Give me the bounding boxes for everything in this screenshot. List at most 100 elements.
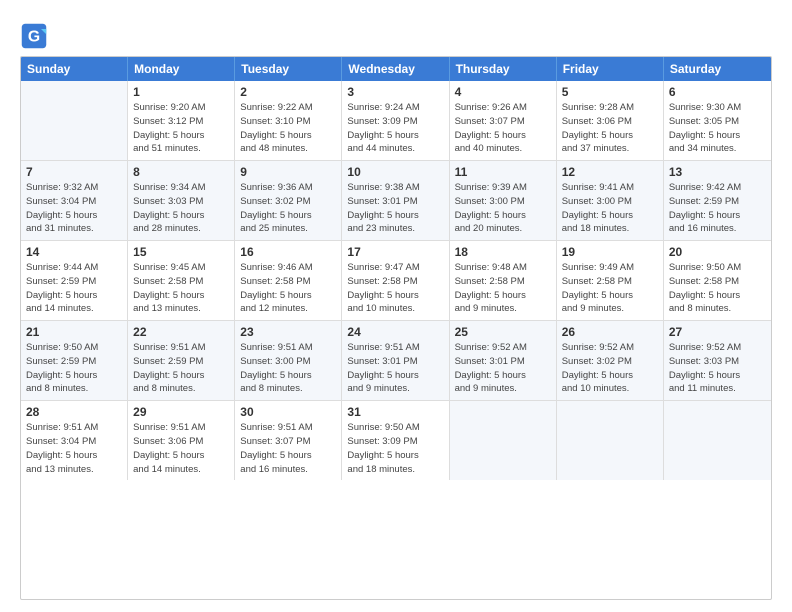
day-13: 13 Sunrise: 9:42 AM Sunset: 2:59 PM Dayli… (664, 161, 771, 240)
day-19: 19Sunrise: 9:49 AM Sunset: 2:58 PM Dayli… (557, 241, 664, 320)
weekday-header: Saturday (664, 57, 771, 81)
day-3: 3 Sunrise: 9:24 AM Sunset: 3:09 PM Daylig… (342, 81, 449, 160)
day-number: 9 (240, 165, 336, 179)
calendar: SundayMondayTuesdayWednesdayThursdayFrid… (20, 56, 772, 600)
day-number: 18 (455, 245, 551, 259)
day-24: 24Sunrise: 9:51 AM Sunset: 3:01 PM Dayli… (342, 321, 449, 400)
weekday-header: Friday (557, 57, 664, 81)
day-info: Sunrise: 9:51 AM Sunset: 3:01 PM Dayligh… (347, 341, 443, 396)
day-17: 17 Sunrise: 9:47 AM Sunset: 2:58 PM Dayli… (342, 241, 449, 320)
day-info: Sunrise: 9:50 AM Sunset: 3:09 PM Dayligh… (347, 421, 443, 476)
day-number: 13 (669, 165, 766, 179)
day-15: 15 Sunrise: 9:45 AM Sunset: 2:58 PM Dayli… (128, 241, 235, 320)
day-23: 23 Sunrise: 9:51 AM Sunset: 3:00 PM Dayli… (235, 321, 342, 400)
day-22: 22Sunrise: 9:51 AM Sunset: 2:59 PM Dayli… (128, 321, 235, 400)
day-info: Sunrise: 9:24 AM Sunset: 3:09 PM Dayligh… (347, 101, 443, 156)
day-25: 25Sunrise: 9:52 AM Sunset: 3:01 PM Dayli… (450, 321, 557, 400)
day-number: 14 (26, 245, 122, 259)
day-4: 4 Sunrise: 9:26 AM Sunset: 3:07 PM Daylig… (450, 81, 557, 160)
day-number: 7 (26, 165, 122, 179)
day-number: 16 (240, 245, 336, 259)
day-number: 23 (240, 325, 336, 339)
day-number: 10 (347, 165, 443, 179)
weekday-header: Sunday (21, 57, 128, 81)
day-11: 11Sunrise: 9:39 AM Sunset: 3:00 PM Dayli… (450, 161, 557, 240)
day-20: 20 Sunrise: 9:50 AM Sunset: 2:58 PM Dayli… (664, 241, 771, 320)
day-number: 4 (455, 85, 551, 99)
day-number: 22 (133, 325, 229, 339)
day-info: Sunrise: 9:41 AM Sunset: 3:00 PM Dayligh… (562, 181, 658, 236)
day-info: Sunrise: 9:28 AM Sunset: 3:06 PM Dayligh… (562, 101, 658, 156)
day-28: 28 Sunrise: 9:51 AM Sunset: 3:04 PM Dayli… (21, 401, 128, 480)
day-27: 27 Sunrise: 9:52 AM Sunset: 3:03 PM Dayli… (664, 321, 771, 400)
weekday-header: Wednesday (342, 57, 449, 81)
day-info: Sunrise: 9:20 AM Sunset: 3:12 PM Dayligh… (133, 101, 229, 156)
day-info: Sunrise: 9:47 AM Sunset: 2:58 PM Dayligh… (347, 261, 443, 316)
day-info: Sunrise: 9:52 AM Sunset: 3:02 PM Dayligh… (562, 341, 658, 396)
day-number: 15 (133, 245, 229, 259)
day-info: Sunrise: 9:52 AM Sunset: 3:03 PM Dayligh… (669, 341, 766, 396)
day-number: 11 (455, 165, 551, 179)
day-info: Sunrise: 9:51 AM Sunset: 3:00 PM Dayligh… (240, 341, 336, 396)
day-number: 27 (669, 325, 766, 339)
day-info: Sunrise: 9:32 AM Sunset: 3:04 PM Dayligh… (26, 181, 122, 236)
day-5: 5Sunrise: 9:28 AM Sunset: 3:06 PM Daylig… (557, 81, 664, 160)
calendar-row: 21 Sunrise: 9:50 AM Sunset: 2:59 PM Dayli… (21, 321, 771, 401)
day-info: Sunrise: 9:26 AM Sunset: 3:07 PM Dayligh… (455, 101, 551, 156)
day-info: Sunrise: 9:45 AM Sunset: 2:58 PM Dayligh… (133, 261, 229, 316)
day-8: 8 Sunrise: 9:34 AM Sunset: 3:03 PM Daylig… (128, 161, 235, 240)
day-21: 21 Sunrise: 9:50 AM Sunset: 2:59 PM Dayli… (21, 321, 128, 400)
empty-cell (664, 401, 771, 480)
calendar-header: SundayMondayTuesdayWednesdayThursdayFrid… (21, 57, 771, 81)
day-number: 25 (455, 325, 551, 339)
day-number: 26 (562, 325, 658, 339)
empty-cell (21, 81, 128, 160)
day-info: Sunrise: 9:49 AM Sunset: 2:58 PM Dayligh… (562, 261, 658, 316)
day-number: 6 (669, 85, 766, 99)
day-info: Sunrise: 9:50 AM Sunset: 2:58 PM Dayligh… (669, 261, 766, 316)
day-info: Sunrise: 9:42 AM Sunset: 2:59 PM Dayligh… (669, 181, 766, 236)
logo-icon: G (20, 22, 48, 50)
day-number: 31 (347, 405, 443, 419)
day-10: 10Sunrise: 9:38 AM Sunset: 3:01 PM Dayli… (342, 161, 449, 240)
day-number: 30 (240, 405, 336, 419)
day-number: 3 (347, 85, 443, 99)
logo: G (20, 22, 50, 50)
day-number: 20 (669, 245, 766, 259)
day-7: 7 Sunrise: 9:32 AM Sunset: 3:04 PM Daylig… (21, 161, 128, 240)
calendar-row: 1 Sunrise: 9:20 AM Sunset: 3:12 PM Daylig… (21, 81, 771, 161)
day-16: 16Sunrise: 9:46 AM Sunset: 2:58 PM Dayli… (235, 241, 342, 320)
day-12: 12 Sunrise: 9:41 AM Sunset: 3:00 PM Dayli… (557, 161, 664, 240)
day-number: 29 (133, 405, 229, 419)
day-info: Sunrise: 9:51 AM Sunset: 3:04 PM Dayligh… (26, 421, 122, 476)
day-18: 18 Sunrise: 9:48 AM Sunset: 2:58 PM Dayli… (450, 241, 557, 320)
day-number: 17 (347, 245, 443, 259)
weekday-header: Tuesday (235, 57, 342, 81)
day-31: 31 Sunrise: 9:50 AM Sunset: 3:09 PM Dayli… (342, 401, 449, 480)
day-info: Sunrise: 9:51 AM Sunset: 3:07 PM Dayligh… (240, 421, 336, 476)
calendar-row: 7 Sunrise: 9:32 AM Sunset: 3:04 PM Daylig… (21, 161, 771, 241)
day-number: 28 (26, 405, 122, 419)
weekday-header: Thursday (450, 57, 557, 81)
day-30: 30 Sunrise: 9:51 AM Sunset: 3:07 PM Dayli… (235, 401, 342, 480)
day-number: 8 (133, 165, 229, 179)
svg-text:G: G (28, 28, 40, 45)
day-29: 29Sunrise: 9:51 AM Sunset: 3:06 PM Dayli… (128, 401, 235, 480)
day-info: Sunrise: 9:48 AM Sunset: 2:58 PM Dayligh… (455, 261, 551, 316)
day-info: Sunrise: 9:34 AM Sunset: 3:03 PM Dayligh… (133, 181, 229, 236)
day-26: 26 Sunrise: 9:52 AM Sunset: 3:02 PM Dayli… (557, 321, 664, 400)
day-info: Sunrise: 9:50 AM Sunset: 2:59 PM Dayligh… (26, 341, 122, 396)
day-number: 2 (240, 85, 336, 99)
day-info: Sunrise: 9:22 AM Sunset: 3:10 PM Dayligh… (240, 101, 336, 156)
day-1: 1 Sunrise: 9:20 AM Sunset: 3:12 PM Daylig… (128, 81, 235, 160)
header: G (20, 18, 772, 50)
day-number: 1 (133, 85, 229, 99)
day-number: 12 (562, 165, 658, 179)
weekday-header: Monday (128, 57, 235, 81)
day-number: 21 (26, 325, 122, 339)
page: G SundayMondayTuesdayWednesdayThursdayFr… (0, 0, 792, 612)
empty-cell (450, 401, 557, 480)
day-info: Sunrise: 9:30 AM Sunset: 3:05 PM Dayligh… (669, 101, 766, 156)
calendar-body: 1 Sunrise: 9:20 AM Sunset: 3:12 PM Daylig… (21, 81, 771, 480)
day-9: 9Sunrise: 9:36 AM Sunset: 3:02 PM Daylig… (235, 161, 342, 240)
